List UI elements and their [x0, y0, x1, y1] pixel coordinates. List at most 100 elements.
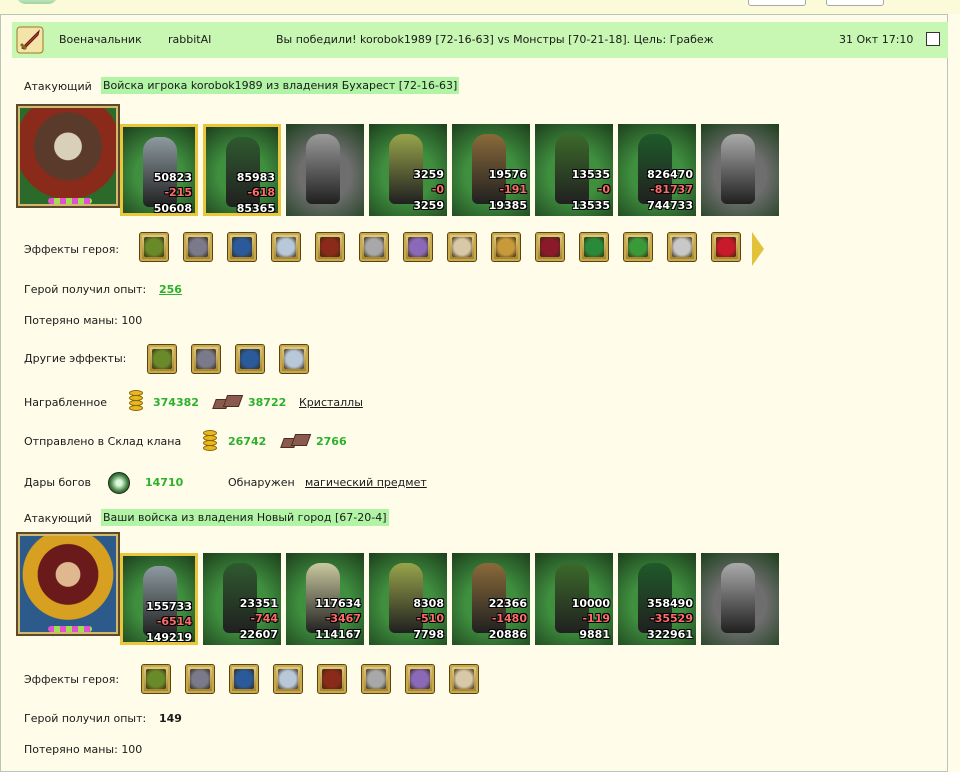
crossed-swords-icon[interactable]: [405, 664, 435, 694]
top-tab-1[interactable]: [748, 0, 806, 6]
unit-slot[interactable]: 8308 -510 7798: [369, 553, 447, 645]
scroll-icon[interactable]: [447, 232, 477, 262]
army1-title: Войска игрока korobok1989 из владения Бу…: [101, 77, 460, 94]
hero-portrait-2[interactable]: [16, 532, 120, 636]
battle-sword-icon: [16, 26, 44, 54]
handshake-icon[interactable]: [579, 232, 609, 262]
army1-effects-label: Эффекты героя:: [24, 243, 120, 256]
army2-title: Ваши войска из владения Новый город [67-…: [101, 509, 389, 526]
army2-exp-value: 149: [159, 712, 182, 725]
unit-count-lost: -618: [247, 186, 275, 199]
knight-helm-icon[interactable]: [667, 232, 697, 262]
potion-bag-icon[interactable]: [279, 344, 309, 374]
sword-icon[interactable]: [361, 664, 391, 694]
ore-icon: [212, 393, 246, 411]
wing-icon[interactable]: [271, 232, 301, 262]
unit-count-end: 20886: [488, 628, 527, 641]
unit-slot[interactable]: [286, 124, 364, 216]
magic-item-link[interactable]: магический предмет: [305, 476, 427, 489]
unit-figure: [721, 134, 755, 204]
bow-icon[interactable]: [229, 664, 259, 694]
crystals-link[interactable]: Кристаллы: [299, 396, 363, 409]
unit-count-lost: -35529: [650, 612, 693, 625]
unit-count-end: 744733: [647, 199, 693, 212]
gear-hand-icon[interactable]: [235, 344, 265, 374]
unit-count-end: 7798: [413, 628, 444, 641]
unit-count-end: 9881: [579, 628, 610, 641]
unit-slot[interactable]: 85983 -618 85365: [203, 124, 281, 216]
header-player-link[interactable]: rabbitAI: [168, 33, 211, 46]
heart-icon[interactable]: [147, 344, 177, 374]
unit-count-start: 10000: [571, 597, 610, 610]
unit-count-end: 19385: [488, 199, 527, 212]
unit-count-end: 13535: [571, 199, 610, 212]
unit-count-end: 85365: [236, 202, 275, 215]
unit-count-lost: -0: [597, 183, 610, 196]
effects-next-arrow-icon[interactable]: [752, 232, 764, 266]
army1-exp-link[interactable]: 256: [159, 283, 182, 296]
unit-slot[interactable]: 22366 -1480 20886: [452, 553, 530, 645]
gods-gifts-label: Дары богов: [24, 476, 92, 489]
sun-amulet-icon[interactable]: [139, 232, 169, 262]
unit-count-lost: -119: [582, 612, 610, 625]
army2-mana-lost: Потеряно маны: 100: [24, 743, 143, 756]
loot-ore-value: 38722: [248, 396, 287, 409]
heart-icon[interactable]: [711, 232, 741, 262]
web-icon[interactable]: [141, 664, 171, 694]
chain-icon[interactable]: [535, 232, 565, 262]
unit-count-end: 22607: [239, 628, 278, 641]
unit-slot[interactable]: 13535 -0 13535: [535, 124, 613, 216]
unit-count-end: 149219: [146, 631, 192, 644]
armor-icon[interactable]: [185, 664, 215, 694]
gods-gem-icon: [108, 472, 130, 494]
clan-storage-label: Отправлено в Склад клана: [24, 435, 182, 448]
top-strip: [0, 0, 960, 14]
handshake-icon[interactable]: [449, 664, 479, 694]
attacker-label-2: Атакующий: [24, 512, 92, 525]
unit-slot[interactable]: [701, 553, 779, 645]
top-tab-2[interactable]: [826, 0, 884, 6]
unit-count-lost: -744: [250, 612, 278, 625]
unit-count-start: 3259: [413, 168, 444, 181]
unit-count-lost: -0: [431, 183, 444, 196]
army1-mana-lost: Потеряно маны: 100: [24, 314, 143, 327]
header-message: Вы победили! korobok1989 [72-16-63] vs М…: [276, 33, 714, 46]
horseshoe-icon[interactable]: [623, 232, 653, 262]
header-datetime: 31 Окт 17:10: [839, 33, 914, 46]
barrel-icon[interactable]: [359, 232, 389, 262]
unit-count-start: 358490: [647, 597, 693, 610]
shield-icon[interactable]: [491, 232, 521, 262]
select-checkbox[interactable]: [926, 32, 940, 46]
hero-portrait-1[interactable]: [16, 104, 120, 208]
unit-count-end: 50608: [153, 202, 192, 215]
unit-count-start: 23351: [239, 597, 278, 610]
ring-icon[interactable]: [403, 232, 433, 262]
unit-slot[interactable]: 155733 -6514 149219: [120, 553, 198, 645]
boots-icon[interactable]: [273, 664, 303, 694]
unit-slot[interactable]: 23351 -744 22607: [203, 553, 281, 645]
armor-icon[interactable]: [315, 232, 345, 262]
unit-slot[interactable]: 19576 -191 19385: [452, 124, 530, 216]
header-role: Военачальник: [59, 33, 142, 46]
unit-figure: [721, 563, 755, 633]
helmet-icon[interactable]: [183, 232, 213, 262]
unit-slot[interactable]: 117634 -3467 114167: [286, 553, 364, 645]
loot-label: Награбленное: [24, 396, 107, 409]
unit-slot[interactable]: 826470 -81737 744733: [618, 124, 696, 216]
unit-slot[interactable]: 358490 -35529 322961: [618, 553, 696, 645]
unit-count-end: 114167: [315, 628, 361, 641]
unit-count-start: 117634: [315, 597, 361, 610]
attacker-label-1: Атакующий: [24, 80, 92, 93]
fire-shield-icon[interactable]: [191, 344, 221, 374]
potion-icon[interactable]: [227, 232, 257, 262]
fire-wing-icon[interactable]: [317, 664, 347, 694]
unit-slot[interactable]: 50823 -215 50608: [120, 124, 198, 216]
unit-count-start: 155733: [146, 600, 192, 613]
unit-slot[interactable]: 10000 -119 9881: [535, 553, 613, 645]
army1-exp-label: Герой получил опыт:: [24, 283, 147, 296]
unit-count-start: 85983: [236, 171, 275, 184]
unit-slot[interactable]: 3259 -0 3259: [369, 124, 447, 216]
tab-logo[interactable]: [16, 0, 58, 4]
unit-slot[interactable]: [701, 124, 779, 216]
unit-count-lost: -191: [499, 183, 527, 196]
